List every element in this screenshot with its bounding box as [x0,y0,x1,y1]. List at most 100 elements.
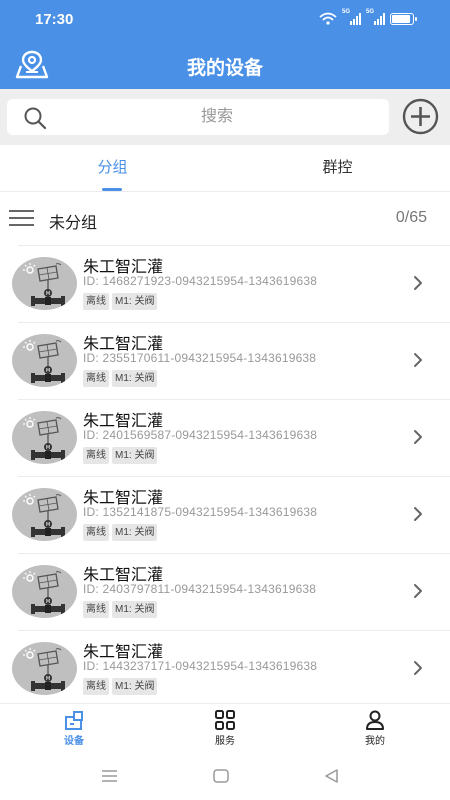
group-header[interactable]: 未分组 0/65 [0,192,450,245]
device-id: ID: 1443237171-0943215954-1343619638 [83,659,318,673]
search-box[interactable] [7,99,389,135]
signal-icon: 5G [366,9,385,25]
valve-badge: M1: 关阀 [112,370,158,387]
irrigation-device-icon: M [23,417,65,460]
nav-device[interactable]: 设备 [34,710,114,747]
app-header: 17:30 5G 5G 我的设备 [0,0,450,89]
irrigation-device-icon: M [23,571,65,614]
divider [18,553,450,554]
add-device-icon[interactable] [402,98,439,135]
device-id: ID: 2401569587-0943215954-1343619638 [83,428,318,442]
irrigation-device-icon: M [23,494,65,537]
nav-label: 服务 [215,736,235,747]
valve-badge: M1: 关阀 [112,601,158,618]
svg-text:M: M [46,445,50,451]
menu-icon[interactable] [9,210,34,228]
svg-text:M: M [46,291,50,297]
device-id: ID: 1352141875-0943215954-1343619638 [83,505,318,519]
divider [18,322,450,323]
device-avatar: M [12,334,77,387]
status-bar: 17:30 5G 5G [0,0,450,40]
svg-text:M: M [46,368,50,374]
device-tags: 离线 M1: 关阀 [83,293,158,310]
device-id: ID: 1468271923-0943215954-1343619638 [83,274,318,288]
device-id: ID: 2355170611-0943215954-1343619638 [83,351,317,365]
device-tags: 离线 M1: 关阀 [83,370,158,387]
valve-badge: M1: 关阀 [112,524,158,541]
group-name: 未分组 [49,215,98,232]
signal-icon: 5G [342,9,361,25]
network-label: 5G [366,8,375,15]
network-label: 5G [342,8,351,15]
valve-badge: M1: 关阀 [112,678,158,695]
status-time: 17:30 [35,11,74,28]
divider [18,399,450,400]
nav-label: 设备 [64,736,84,747]
status-badge: 离线 [83,370,109,387]
device-icon [65,711,83,730]
device-tags: 离线 M1: 关阀 [83,601,158,618]
tab-group-control[interactable]: 群控 [225,145,450,192]
search-icon [24,107,47,130]
nav-service[interactable]: 服务 [185,710,265,747]
irrigation-device-icon: M [23,340,65,383]
divider [18,476,450,477]
chevron-right-icon [414,661,422,675]
device-list-item[interactable]: M 朱工智汇灌 ID: 1443237171-0943215954-134361… [0,630,450,707]
device-tags: 离线 M1: 关阀 [83,524,158,541]
svg-text:M: M [46,599,50,605]
irrigation-device-icon: M [23,263,65,306]
device-list: M 朱工智汇灌 ID: 1468271923-0943215954-134361… [0,245,450,707]
chevron-right-icon [414,353,422,367]
page-title: 我的设备 [186,58,263,79]
active-tab-indicator [102,188,122,191]
device-avatar: M [12,488,77,541]
svg-text:M: M [46,522,50,528]
battery-level [392,14,410,23]
bottom-nav: 设备 服务 我的 [0,703,450,753]
search-bar [0,89,450,145]
grid-icon [215,710,235,730]
device-avatar: M [12,565,77,618]
irrigation-device-icon: M [23,648,65,691]
back-icon[interactable] [324,769,339,783]
wifi-icon [319,12,337,25]
user-icon [366,710,384,730]
device-list-item[interactable]: M 朱工智汇灌 ID: 2355170611-0943215954-134361… [0,322,450,399]
device-avatar: M [12,257,77,310]
battery-icon [390,12,417,25]
chevron-right-icon [414,584,422,598]
recent-apps-icon[interactable] [101,769,118,783]
status-badge: 离线 [83,524,109,541]
status-badge: 离线 [83,678,109,695]
device-avatar: M [12,411,77,464]
status-badge: 离线 [83,601,109,618]
tab-bar: 分组 群控 [0,145,450,192]
nav-label: 我的 [365,736,385,747]
device-list-item[interactable]: M 朱工智汇灌 ID: 1352141875-0943215954-134361… [0,476,450,553]
chevron-right-icon [414,276,422,290]
device-tags: 离线 M1: 关阀 [83,447,158,464]
nav-mine[interactable]: 我的 [335,710,415,747]
svg-text:M: M [46,676,50,682]
search-input[interactable] [57,99,377,135]
device-list-item[interactable]: M 朱工智汇灌 ID: 1468271923-0943215954-134361… [0,245,450,322]
device-id: ID: 2403797811-0943215954-1343619638 [83,582,317,596]
valve-badge: M1: 关阀 [112,447,158,464]
divider [18,630,450,631]
chevron-right-icon [414,507,422,521]
device-list-item[interactable]: M 朱工智汇灌 ID: 2403797811-0943215954-134361… [0,553,450,630]
system-nav-bar [0,753,450,800]
device-list-item[interactable]: M 朱工智汇灌 ID: 2401569587-0943215954-134361… [0,399,450,476]
status-badge: 离线 [83,293,109,310]
device-avatar: M [12,642,77,695]
status-icons: 5G 5G [319,9,417,25]
group-count: 0/65 [395,209,427,226]
home-icon[interactable] [213,769,229,783]
tab-group[interactable]: 分组 [0,145,225,192]
chevron-right-icon [414,430,422,444]
divider [18,245,450,246]
status-badge: 离线 [83,447,109,464]
valve-badge: M1: 关阀 [112,293,158,310]
device-tags: 离线 M1: 关阀 [83,678,158,695]
